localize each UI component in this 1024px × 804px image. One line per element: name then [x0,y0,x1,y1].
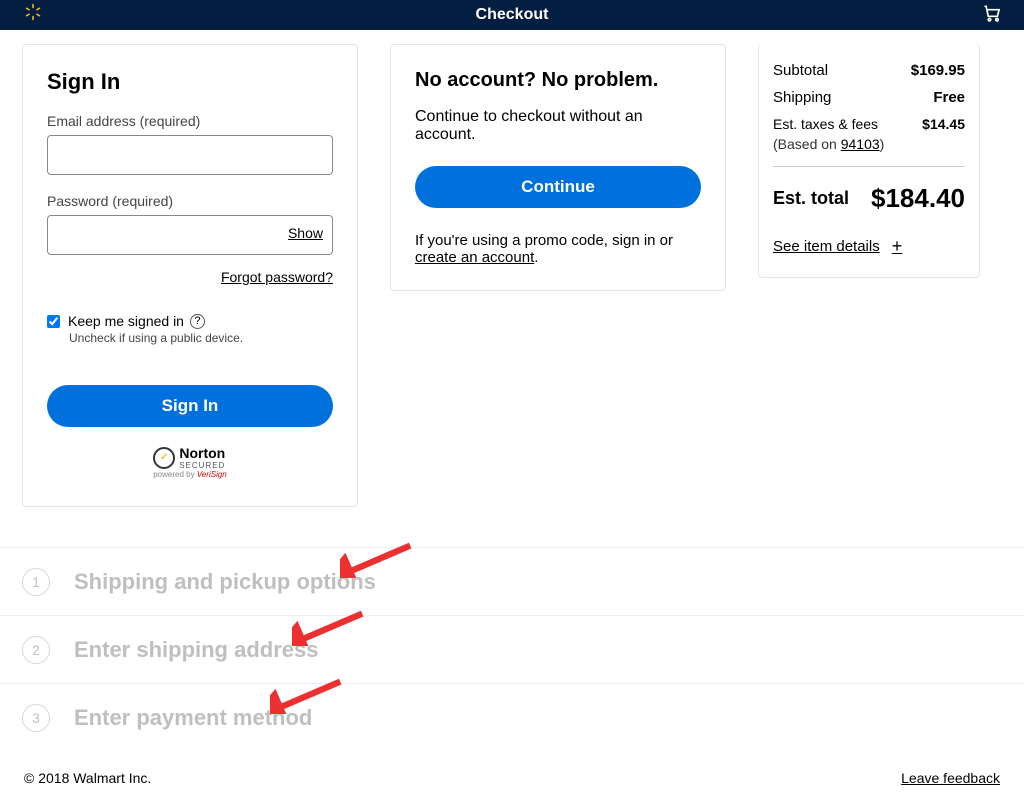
tax-label: Est. taxes & fees [773,116,878,132]
norton-badge: ✓ Norton SECURED powered by VeriSign [47,445,333,482]
subtotal-label: Subtotal [773,62,828,79]
password-label: Password (required) [47,193,333,209]
step-shipping-options: 1 Shipping and pickup options [0,548,1024,616]
step-shipping-address: 2 Enter shipping address [0,616,1024,684]
shipping-label: Shipping [773,89,831,106]
keep-signed-in-note: Uncheck if using a public device. [69,331,333,345]
total-label: Est. total [773,188,849,209]
order-summary: Subtotal $169.95 Shipping Free Est. taxes … [758,44,980,278]
signin-button[interactable]: Sign In [47,385,333,427]
signin-card: Sign In Email address (required) Passwor… [22,44,358,507]
email-label: Email address (required) [47,113,333,129]
plus-icon: + [892,236,903,257]
forgot-password-link[interactable]: Forgot password? [47,269,333,285]
cart-icon[interactable] [982,3,1002,28]
subtotal-value: $169.95 [911,62,965,79]
total-value: $184.40 [871,183,965,214]
zip-link[interactable]: 94103 [841,136,880,152]
leave-feedback-link[interactable]: Leave feedback [901,770,1000,786]
email-input[interactable] [47,135,333,175]
tax-basis: (Based on 94103) [773,136,965,152]
keep-signed-in-label: Keep me signed in [68,313,184,329]
step-payment-method: 3 Enter payment method [0,684,1024,752]
page-title: Checkout [476,6,549,24]
guest-heading: No account? No problem. [415,69,701,92]
promo-text: If you're using a promo code, sign in or… [415,232,701,266]
checkout-steps: 1 Shipping and pickup options 2 Enter sh… [0,547,1024,752]
guest-subtext: Continue to checkout without an account. [415,108,701,144]
walmart-logo-icon [24,3,42,27]
continue-button[interactable]: Continue [415,166,701,208]
help-icon[interactable]: ? [190,314,205,329]
norton-check-icon: ✓ [153,447,175,469]
see-item-details[interactable]: See item details + [773,236,965,257]
create-account-link[interactable]: create an account [415,249,534,266]
tax-value: $14.45 [922,116,965,132]
copyright: © 2018 Walmart Inc. [24,770,151,786]
footer: © 2018 Walmart Inc. Leave feedback [0,752,1024,804]
header-bar: Checkout [0,0,1024,30]
signin-heading: Sign In [47,69,333,95]
keep-signed-in-checkbox[interactable] [47,315,60,328]
show-password-button[interactable]: Show [288,225,323,241]
guest-card: No account? No problem. Continue to chec… [390,44,726,291]
shipping-value: Free [933,89,965,106]
